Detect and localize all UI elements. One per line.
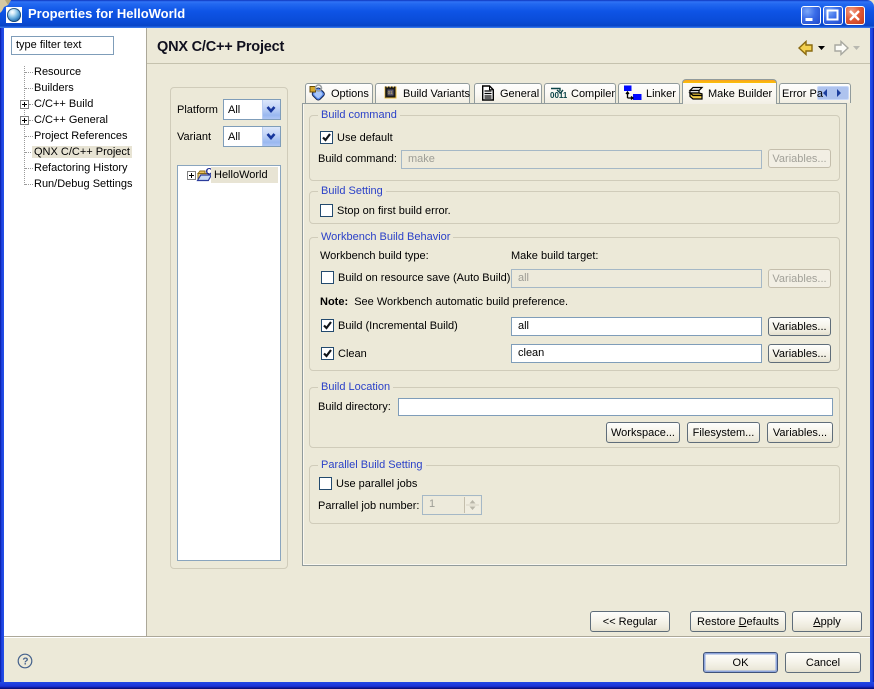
svg-text:0011: 0011 <box>550 91 567 99</box>
svg-text:?: ? <box>22 657 28 668</box>
svg-text:01: 01 <box>388 90 394 95</box>
